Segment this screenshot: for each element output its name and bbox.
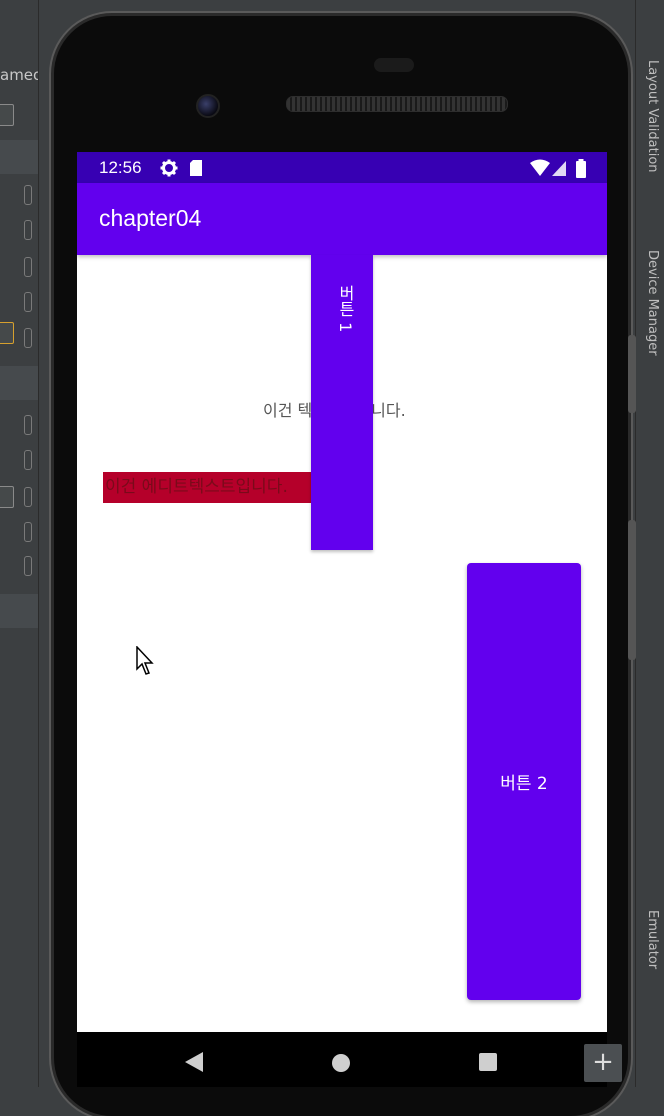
- signal-icon: [552, 161, 566, 176]
- recents-icon[interactable]: [479, 1053, 497, 1071]
- panel-label: ameo: [0, 66, 38, 84]
- battery-icon: [576, 159, 586, 178]
- panel-toggle[interactable]: [24, 487, 32, 507]
- add-button[interactable]: +: [584, 1044, 622, 1082]
- ide-toolbar: [38, 0, 636, 8]
- sd-card-icon: [190, 160, 202, 176]
- wifi-icon: [530, 159, 550, 176]
- panel-toggle[interactable]: [24, 220, 32, 240]
- mouse-cursor-icon: [136, 646, 154, 675]
- app-title: chapter04: [99, 205, 202, 231]
- button-1-label: 버튼 1: [336, 285, 355, 333]
- panel-toggle[interactable]: [24, 185, 32, 205]
- status-bar: 12:56: [77, 152, 607, 183]
- edit-text-value: 이건 에디트텍스트입니다.: [105, 477, 288, 497]
- panel-checkbox[interactable]: [0, 104, 14, 126]
- panel-section-header: [0, 366, 38, 400]
- button-2-label: 버튼 2: [500, 774, 548, 794]
- home-icon[interactable]: [332, 1054, 350, 1072]
- panel-toggle[interactable]: [24, 328, 32, 348]
- panel-toggle[interactable]: [24, 450, 32, 470]
- panel-checkbox-selected[interactable]: [0, 322, 14, 344]
- panel-toggle[interactable]: [24, 415, 32, 435]
- volume-button[interactable]: [628, 335, 636, 413]
- navigation-bar: [77, 1032, 607, 1087]
- panel-toggle[interactable]: [24, 257, 32, 277]
- tab-layout-validation[interactable]: Layout Validation: [645, 60, 660, 173]
- power-button[interactable]: [628, 520, 636, 660]
- panel-checkbox[interactable]: [0, 486, 14, 508]
- attributes-panel: ameo: [0, 0, 39, 1087]
- layout-content: 이건 텍스트뷰입니다. 이건 에디트텍스트입니다. 버튼 1 버튼 2: [77, 255, 607, 1032]
- tab-emulator[interactable]: Emulator: [645, 910, 660, 969]
- front-camera-icon: [196, 94, 220, 118]
- emulator-screen[interactable]: 12:56 chapter04 이건 텍스트뷰입니다.: [77, 152, 607, 1032]
- button-1[interactable]: 버튼 1: [311, 255, 373, 550]
- panel-section-header: [0, 140, 38, 174]
- tab-device-manager[interactable]: Device Manager: [645, 250, 660, 356]
- button-2[interactable]: 버튼 2: [467, 563, 581, 1000]
- speaker-grille: [286, 96, 508, 112]
- tool-window-bar: Layout Validation Device Manager Emulato…: [635, 0, 664, 1087]
- panel-toggle[interactable]: [24, 292, 32, 312]
- back-icon[interactable]: [185, 1052, 203, 1072]
- proximity-sensor: [374, 58, 414, 72]
- panel-toggle[interactable]: [24, 522, 32, 542]
- panel-toggle[interactable]: [24, 556, 32, 576]
- gear-icon: [160, 159, 178, 177]
- status-time: 12:56: [99, 158, 142, 177]
- edit-text-field[interactable]: 이건 에디트텍스트입니다.: [103, 472, 317, 503]
- panel-section-header: [0, 594, 38, 628]
- app-bar: chapter04: [77, 183, 607, 255]
